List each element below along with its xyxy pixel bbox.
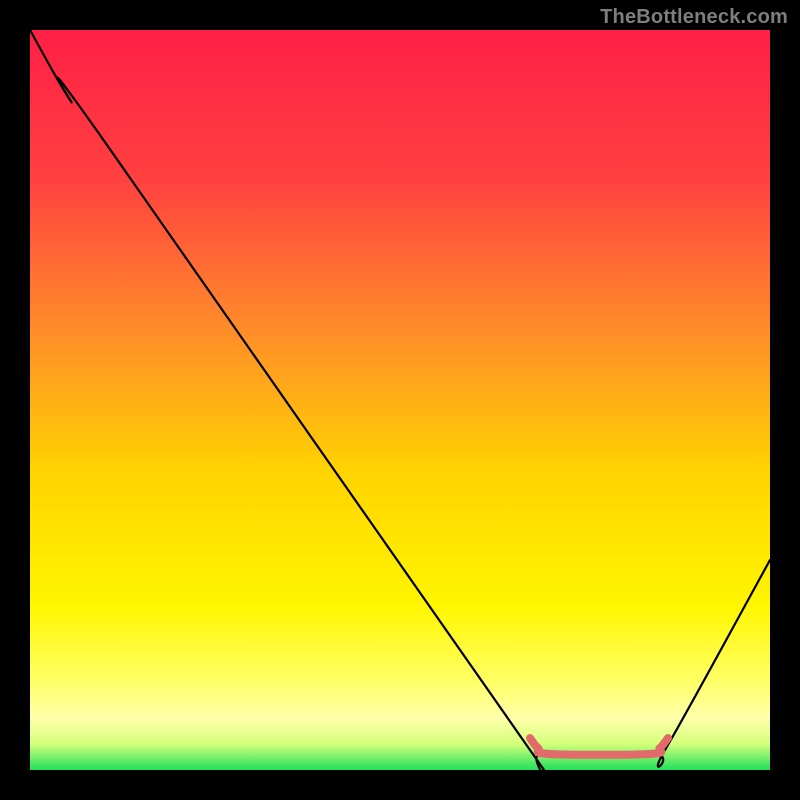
chart-frame: TheBottleneck.com — [0, 0, 800, 800]
bottleneck-chart — [30, 30, 770, 770]
attribution-text: TheBottleneck.com — [600, 6, 788, 29]
gradient-background — [30, 30, 770, 770]
plot-area — [30, 30, 770, 770]
